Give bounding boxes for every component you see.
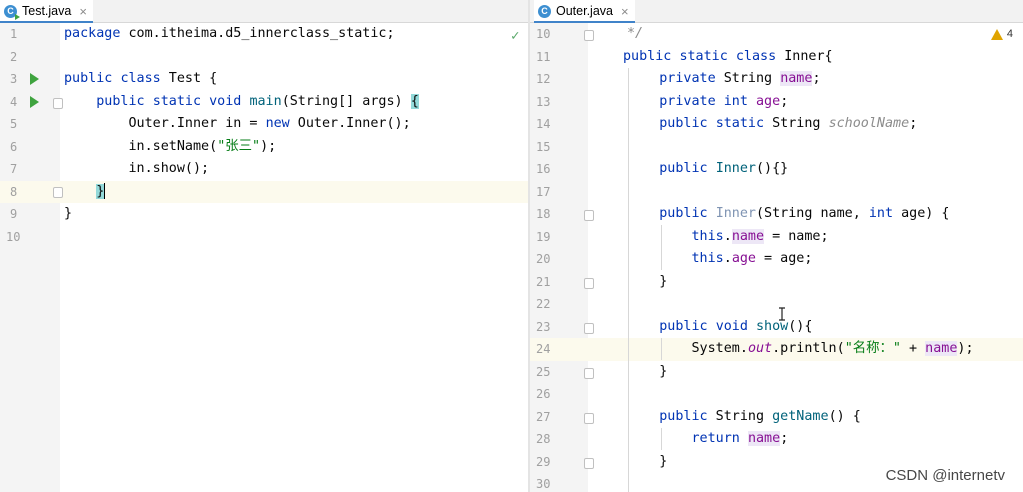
left-editor-pane: C Test.java × 1 2 3 4 5 6 7 8 9 10 ✓ pac… (0, 0, 528, 492)
fold-marker-icon[interactable] (584, 210, 594, 221)
warning-count: 4 (1006, 28, 1013, 40)
line-number: 10 (6, 229, 21, 244)
line-number: 13 (536, 94, 551, 109)
line-number: 23 (536, 319, 551, 334)
code-line: public Inner(String name, int age) { (659, 206, 950, 221)
line-number: 24 (536, 342, 551, 356)
code-line: } (659, 273, 668, 289)
right-tab-bar: C Outer.java × (530, 0, 1023, 23)
line-number: 6 (10, 139, 18, 154)
line-number: 1 (10, 27, 18, 41)
fold-marker-icon[interactable] (584, 323, 594, 334)
line-number: 25 (536, 364, 551, 379)
fold-marker-icon[interactable] (584, 278, 594, 289)
fold-marker-icon[interactable] (584, 30, 594, 41)
code-line: this.age = age; (691, 251, 813, 266)
check-icon: ✓ (511, 28, 520, 44)
fold-marker-icon[interactable] (584, 413, 594, 424)
line-number: 11 (536, 49, 551, 64)
line-number: 9 (10, 207, 18, 221)
code-line: in.show(); (128, 161, 210, 176)
text-caret (104, 182, 106, 199)
code-line: in.setName("张三"); (128, 138, 277, 154)
code-line: } (96, 182, 106, 199)
text-cursor-icon (778, 306, 785, 321)
fold-marker-icon[interactable] (53, 98, 63, 109)
line-number: 30 (536, 477, 551, 491)
line-number: 12 (536, 72, 551, 86)
tab-label: Outer.java (556, 4, 613, 18)
code-line: return name; (691, 431, 789, 446)
code-line: public class Test { (64, 71, 218, 86)
line-number: 2 (10, 49, 18, 64)
line-number: 21 (536, 274, 551, 289)
java-class-runnable-icon: C (4, 4, 20, 20)
tab-test-java[interactable]: C Test.java × (0, 0, 93, 23)
code-line: private int age; (659, 93, 789, 109)
code-line: } (659, 453, 668, 469)
code-line: private String name; (659, 71, 821, 86)
code-line: } (659, 363, 668, 379)
warning-icon (990, 28, 1003, 40)
line-number: 16 (536, 162, 551, 176)
fold-marker-icon[interactable] (53, 187, 63, 198)
code-line: } (64, 206, 73, 221)
watermark: CSDN @internetv (885, 467, 1005, 484)
code-line: public Inner(){} (659, 161, 789, 176)
fold-marker-icon[interactable] (584, 458, 594, 469)
code-line: package com.itheima.d5_innerclass_static… (64, 26, 395, 41)
line-number: 28 (536, 432, 551, 446)
line-number: 8 (10, 184, 18, 199)
line-number: 17 (536, 184, 551, 199)
line-number: 15 (536, 139, 551, 154)
left-tab-bar: C Test.java × (0, 0, 528, 23)
close-icon[interactable]: × (621, 4, 629, 19)
line-number: 5 (10, 117, 18, 131)
line-number: 7 (10, 162, 18, 176)
code-line: public static void main(String[] args) { (96, 93, 419, 109)
code-line: System.out.println("名称：" + name); (691, 341, 974, 356)
line-number: 26 (536, 387, 551, 401)
java-class-icon: C (538, 4, 551, 18)
fold-marker-icon[interactable] (584, 368, 594, 379)
code-line: Outer.Inner in = new Outer.Inner(); (128, 116, 411, 131)
left-gutter[interactable] (0, 23, 60, 492)
tab-label: Test.java (22, 4, 72, 18)
right-editor-pane: C Outer.java × 4 10 11 12 13 14 15 16 17… (530, 0, 1023, 492)
code-line: this.name = name; (691, 228, 829, 244)
inspection-warnings[interactable]: 4 (990, 28, 1013, 40)
line-number: 27 (536, 409, 551, 424)
close-icon[interactable]: × (79, 4, 87, 19)
tab-outer-java[interactable]: C Outer.java × (534, 0, 635, 23)
run-class-icon[interactable] (30, 73, 39, 85)
line-number: 18 (536, 207, 551, 221)
run-main-icon[interactable] (30, 96, 39, 108)
line-number: 14 (536, 117, 551, 131)
line-number: 3 (10, 72, 18, 86)
line-number: 19 (536, 229, 551, 244)
code-line: public String getName() { (659, 408, 861, 424)
line-number: 22 (536, 297, 551, 311)
line-number: 29 (536, 454, 551, 469)
line-number: 4 (10, 94, 18, 109)
code-line: public static class Inner{ (623, 48, 833, 64)
line-number: 10 (536, 27, 551, 41)
line-number: 20 (536, 252, 551, 266)
code-line: public static String schoolName; (659, 116, 918, 131)
code-line: */ (627, 26, 644, 41)
